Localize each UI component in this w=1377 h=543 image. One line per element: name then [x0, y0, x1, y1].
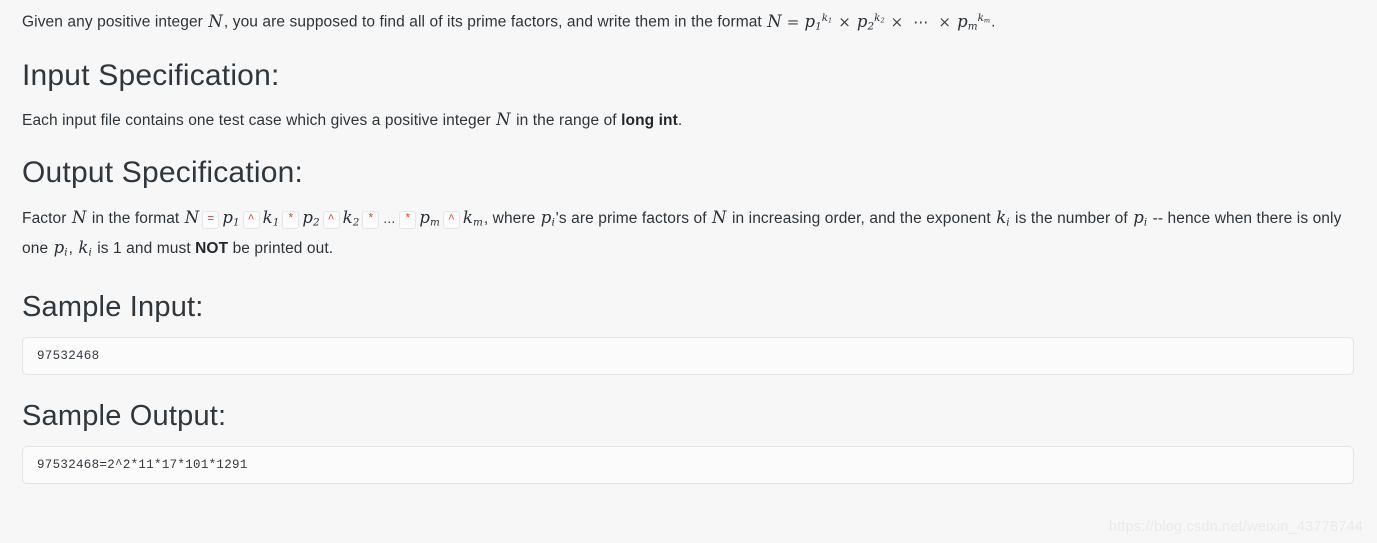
math-var-n-out-2: N — [184, 207, 200, 227]
intro-text-before: Given any positive integer — [22, 13, 208, 31]
math-p1-base: p — [222, 207, 233, 227]
input-spec-long-int: long int — [621, 111, 678, 129]
math-pi-2: pi — [1132, 207, 1148, 229]
formula-term-last: pmkm — [956, 11, 991, 32]
code-chip-star-1: * — [282, 210, 300, 229]
output-spec-t5: in increasing order, and the exponent — [727, 209, 996, 227]
math-ki-1-sub: i — [1006, 216, 1010, 229]
intro-text-after: , you are supposed to find all of its pr… — [223, 13, 767, 31]
code-chip-equals: = — [202, 210, 220, 229]
sample-output-codeblock[interactable]: 97532468=2^2*11*17*101*1291 — [22, 445, 1354, 484]
output-spec-line2-t3: is 1 and must — [92, 240, 196, 258]
math-km-sub: m — [473, 216, 483, 229]
math-km: km — [462, 207, 484, 229]
math-pi-1-base: p — [540, 207, 552, 227]
code-chip-caret-1: ^ — [242, 210, 260, 229]
math-k1-sub: 1 — [272, 216, 280, 229]
heading-output-specification: Output Specification: — [22, 155, 304, 189]
math-ki-2-sub: i — [88, 246, 92, 259]
code-chip-star-3: * — [399, 210, 417, 229]
math-k1: k1 — [262, 207, 281, 229]
formula-term-2-exp-sub: 2 — [880, 16, 885, 25]
math-k2: k2 — [342, 207, 361, 229]
code-chip-caret-2: ^ — [322, 210, 340, 229]
heading-sample-input: Sample Input: — [22, 290, 204, 323]
formula-term-2-base: p — [856, 11, 868, 31]
math-var-n-out-1: N — [71, 207, 87, 227]
output-spec-t4: 's are prime factors of — [555, 209, 712, 227]
math-p2: p2 — [301, 207, 320, 229]
heading-sample-output: Sample Output: — [22, 399, 227, 432]
math-pi-3-sub: i — [64, 246, 68, 259]
math-var-n-out-3: N — [712, 207, 727, 227]
math-k2-base: k — [342, 207, 353, 227]
math-p2-base: p — [302, 207, 314, 227]
math-pi-1-sub: i — [551, 216, 555, 229]
formula-term-1: p1k1 — [803, 11, 833, 32]
output-spec-bold-not: NOT — [195, 240, 229, 258]
math-pi-1: pi — [540, 207, 556, 229]
sample-input-codeblock[interactable]: 97532468 — [22, 336, 1354, 375]
math-k2-sub: 2 — [352, 216, 360, 229]
formula-term-1-base: p — [804, 11, 816, 31]
math-pm: pm — [418, 207, 441, 229]
math-var-n-intro: N — [208, 11, 223, 31]
formula-times-3: × — [938, 12, 952, 31]
math-pi-2-sub: i — [1143, 216, 1148, 229]
watermark-url: https://blog.csdn.net/weixin_43778744 — [1108, 519, 1363, 535]
article-body: Given any positive integer N, you are su… — [0, 0, 1377, 484]
intro-period: . — [991, 13, 996, 31]
heading-input-specification: Input Specification: — [22, 58, 280, 92]
output-spec-t6: is the number of — [1010, 209, 1133, 227]
math-var-n-input: N — [496, 109, 511, 129]
code-chip-star-2: * — [362, 210, 380, 229]
output-spec-t7: -- hence — [1148, 209, 1211, 227]
math-pm-base: p — [419, 207, 431, 227]
math-pm-sub: m — [430, 216, 440, 229]
formula-term-1-base-sub: 1 — [815, 19, 822, 32]
output-spec-paragraph: Factor N in the format N = p1 ^ k1 * p2 ^ k2 *...… — [22, 190, 1355, 266]
math-ki-2-base: k — [78, 238, 89, 258]
code-chip-caret-3: ^ — [442, 210, 460, 229]
math-ki-2: ki — [77, 238, 92, 259]
formula-times-2: × — [890, 12, 904, 31]
input-spec-paragraph: Each input file contains one test case w… — [22, 93, 1355, 134]
formula-term-last-base: p — [957, 11, 968, 31]
math-km-base: k — [462, 207, 474, 227]
output-spec-ellipsis: ... — [383, 209, 396, 226]
formula-term-last-exp-sub: m — [983, 16, 991, 25]
output-spec-t1: Factor — [22, 209, 71, 227]
formula-term-1-exp: k1 — [822, 12, 832, 24]
input-spec-text-3: . — [677, 111, 683, 129]
math-p1: p1 — [221, 207, 240, 229]
formula-term-last-exp: km — [978, 12, 991, 24]
math-pi-3: pi — [53, 238, 69, 259]
input-spec-text-1: Each input file contains one test case w… — [22, 111, 496, 129]
formula-times-1: × — [838, 12, 851, 31]
formula-term-last-base-sub: m — [967, 19, 978, 32]
intro-paragraph: Given any positive integer N, you are su… — [22, 0, 1355, 39]
math-k1-base: k — [262, 207, 273, 227]
formula-term-2-exp: k2 — [874, 12, 884, 24]
formula-equals: = — [786, 12, 800, 31]
math-p2-sub: 2 — [313, 216, 320, 229]
output-spec-t2: in the format — [87, 209, 184, 227]
math-ki-1-base: k — [996, 207, 1007, 227]
math-pi-3-base: p — [53, 238, 65, 258]
formula-term-2: p 2k2 — [856, 11, 886, 32]
input-spec-text-2: in the range of — [511, 111, 622, 129]
sample-output-code: 97532468=2^2*11*17*101*1291 — [37, 457, 248, 472]
output-spec-t3: , where — [483, 209, 540, 227]
formula-term-1-exp-sub: 1 — [828, 16, 833, 25]
math-ki-1: ki — [995, 207, 1010, 229]
formula-cdots: ⋯ — [913, 12, 929, 31]
sample-input-code: 97532468 — [37, 348, 100, 363]
formula-lhs-n: N — [767, 11, 782, 31]
math-p1-sub: 1 — [232, 216, 240, 229]
math-pi-2-base: p — [1133, 207, 1144, 227]
output-spec-line2-t4: be printed out. — [228, 240, 334, 258]
